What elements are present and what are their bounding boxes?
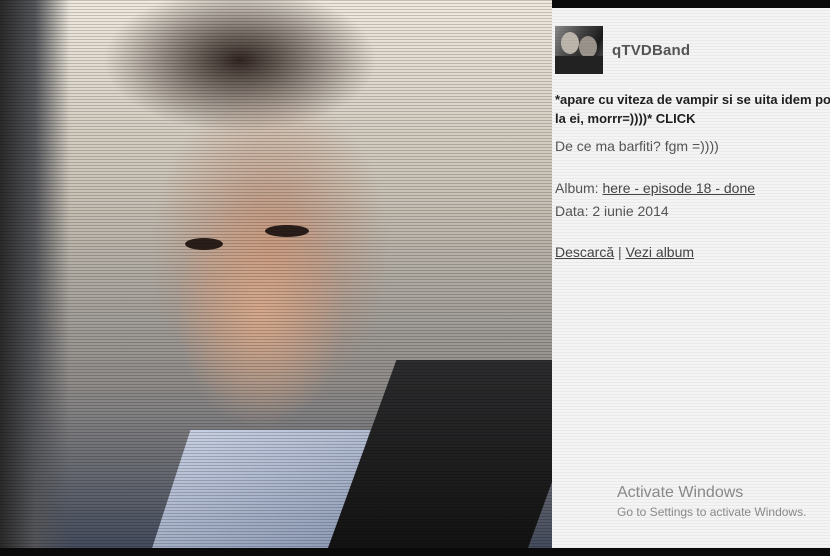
album-label: Album: <box>555 180 599 196</box>
action-links: Descarcă | Vezi album <box>555 244 694 260</box>
album-row: Album: here - episode 18 - done <box>555 180 755 196</box>
bottom-frame-border <box>0 548 830 556</box>
date-value: 2 iunie 2014 <box>592 203 669 219</box>
avatar[interactable] <box>555 26 603 74</box>
date-label: Data: <box>555 203 589 219</box>
post-author: qTVDBand <box>555 26 690 74</box>
view-album-link[interactable]: Vezi album <box>626 244 694 260</box>
album-link[interactable]: here - episode 18 - done <box>602 180 755 196</box>
activate-windows-watermark: Activate Windows Go to Settings to activ… <box>617 484 806 519</box>
photo-scanline-overlay <box>0 0 552 556</box>
author-name[interactable]: qTVDBand <box>612 42 690 59</box>
post-info-panel: qTVDBand *apare cu viteza de vampir si s… <box>552 8 830 548</box>
activate-windows-title: Activate Windows <box>617 484 744 501</box>
link-separator: | <box>618 244 622 260</box>
download-link[interactable]: Descarcă <box>555 244 614 260</box>
post-comment: De ce ma barfiti? fgm =)))) <box>555 138 719 154</box>
photo-image[interactable] <box>0 0 552 556</box>
post-caption: *apare cu viteza de vampir si se uita id… <box>555 92 830 126</box>
activate-windows-subtitle: Go to Settings to activate Windows. <box>617 505 807 519</box>
panel-scanline-overlay <box>552 8 830 548</box>
date-row: Data: 2 iunie 2014 <box>555 203 669 219</box>
